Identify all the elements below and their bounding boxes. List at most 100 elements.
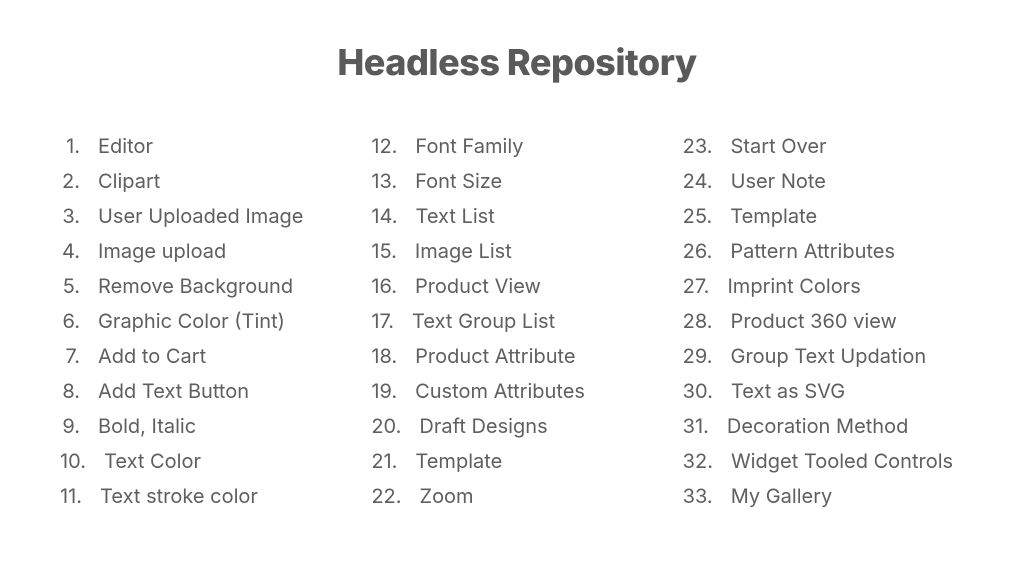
item-number: 33. bbox=[683, 484, 731, 508]
item-label: Text Group List bbox=[412, 309, 555, 333]
item-number: 29. bbox=[683, 344, 731, 368]
item-number: 17. bbox=[371, 309, 412, 333]
item-label: Text Color bbox=[104, 449, 201, 473]
list-item: 3.User Uploaded Image bbox=[60, 204, 351, 228]
item-number: 25. bbox=[683, 204, 731, 228]
item-label: Add to Cart bbox=[98, 344, 206, 368]
item-label: Image upload bbox=[98, 239, 226, 263]
list-item: 8.Add Text Button bbox=[60, 379, 351, 403]
item-number: 22. bbox=[371, 484, 419, 508]
item-number: 1. bbox=[60, 134, 98, 158]
item-number: 23. bbox=[683, 134, 731, 158]
item-label: Clipart bbox=[98, 169, 160, 193]
item-number: 19. bbox=[371, 379, 415, 403]
list-item: 27.Imprint Colors bbox=[683, 274, 974, 298]
list-item: 15.Image List bbox=[371, 239, 662, 263]
item-number: 12. bbox=[371, 134, 415, 158]
item-number: 28. bbox=[683, 309, 731, 333]
item-number: 11. bbox=[60, 484, 100, 508]
item-label: Add Text Button bbox=[98, 379, 249, 403]
list-item: 24.User Note bbox=[683, 169, 974, 193]
item-label: Text stroke color bbox=[100, 484, 258, 508]
list-item: 23.Start Over bbox=[683, 134, 974, 158]
list-item: 13.Font Size bbox=[371, 169, 662, 193]
item-label: Text List bbox=[415, 204, 494, 228]
item-label: Pattern Attributes bbox=[730, 239, 895, 263]
item-label: Zoom bbox=[419, 484, 473, 508]
item-number: 9. bbox=[60, 414, 98, 438]
item-label: Start Over bbox=[731, 134, 827, 158]
item-label: Imprint Colors bbox=[727, 274, 860, 298]
list-item: 6.Graphic Color (Tint) bbox=[60, 309, 351, 333]
item-label: Font Family bbox=[415, 134, 523, 158]
item-number: 20. bbox=[371, 414, 419, 438]
item-number: 30. bbox=[683, 379, 731, 403]
list-item: 29.Group Text Updation bbox=[683, 344, 974, 368]
item-number: 18. bbox=[371, 344, 415, 368]
item-label: Font Size bbox=[415, 169, 502, 193]
item-label: Template bbox=[730, 204, 817, 228]
item-number: 10. bbox=[60, 449, 104, 473]
list-item: 25.Template bbox=[683, 204, 974, 228]
list-item: 12.Font Family bbox=[371, 134, 662, 158]
item-number: 5. bbox=[60, 274, 98, 298]
item-label: Draft Designs bbox=[419, 414, 547, 438]
item-number: 24. bbox=[683, 169, 731, 193]
item-number: 26. bbox=[683, 239, 731, 263]
list-item: 19.Custom Attributes bbox=[371, 379, 662, 403]
item-label: Graphic Color (Tint) bbox=[98, 309, 285, 333]
list-item: 32.Widget Tooled Controls bbox=[683, 449, 974, 473]
item-number: 8. bbox=[60, 379, 98, 403]
item-label: Image List bbox=[415, 239, 512, 263]
list-item: 16.Product View bbox=[371, 274, 662, 298]
item-number: 27. bbox=[683, 274, 728, 298]
item-label: Template bbox=[415, 449, 502, 473]
item-label: Text as SVG bbox=[731, 379, 845, 403]
list-item: 20.Draft Designs bbox=[371, 414, 662, 438]
list-item: 18.Product Attribute bbox=[371, 344, 662, 368]
list-item: 14.Text List bbox=[371, 204, 662, 228]
column-3: 23.Start Over 24.User Note 25.Template 2… bbox=[673, 134, 984, 519]
item-number: 3. bbox=[60, 204, 98, 228]
list-item: 21.Template bbox=[371, 449, 662, 473]
item-number: 7. bbox=[60, 344, 98, 368]
list-item: 4.Image upload bbox=[60, 239, 351, 263]
item-number: 16. bbox=[371, 274, 415, 298]
item-label: Custom Attributes bbox=[415, 379, 585, 403]
item-label: Product View bbox=[415, 274, 541, 298]
list-item: 22.Zoom bbox=[371, 484, 662, 508]
list-columns: 1.Editor 2.Clipart 3.User Uploaded Image… bbox=[20, 134, 1014, 519]
list-item: 28.Product 360 view bbox=[683, 309, 974, 333]
item-label: My Gallery bbox=[731, 484, 833, 508]
list-item: 11.Text stroke color bbox=[60, 484, 351, 508]
item-label: Decoration Method bbox=[727, 414, 908, 438]
item-number: 6. bbox=[60, 309, 98, 333]
list-item: 10.Text Color bbox=[60, 449, 351, 473]
item-label: Bold, Italic bbox=[98, 414, 196, 438]
item-number: 4. bbox=[60, 239, 98, 263]
item-label: User Uploaded Image bbox=[98, 204, 303, 228]
list-item: 9.Bold, Italic bbox=[60, 414, 351, 438]
item-number: 21. bbox=[371, 449, 415, 473]
column-2: 12.Font Family 13.Font Size 14.Text List… bbox=[361, 134, 672, 519]
list-item: 33.My Gallery bbox=[683, 484, 974, 508]
item-label: Product Attribute bbox=[415, 344, 575, 368]
item-label: User Note bbox=[731, 169, 826, 193]
list-item: 7.Add to Cart bbox=[60, 344, 351, 368]
item-number: 32. bbox=[683, 449, 731, 473]
item-label: Remove Background bbox=[98, 274, 293, 298]
item-label: Widget Tooled Controls bbox=[731, 449, 953, 473]
page-title: Headless Repository bbox=[20, 40, 1014, 84]
item-label: Product 360 view bbox=[731, 309, 897, 333]
item-number: 31. bbox=[683, 414, 727, 438]
list-item: 2.Clipart bbox=[60, 169, 351, 193]
item-number: 13. bbox=[371, 169, 415, 193]
item-number: 14. bbox=[371, 204, 415, 228]
list-item: 31.Decoration Method bbox=[683, 414, 974, 438]
list-item: 5.Remove Background bbox=[60, 274, 351, 298]
list-item: 26.Pattern Attributes bbox=[683, 239, 974, 263]
item-number: 2. bbox=[60, 169, 98, 193]
list-item: 17.Text Group List bbox=[371, 309, 662, 333]
list-item: 1.Editor bbox=[60, 134, 351, 158]
column-1: 1.Editor 2.Clipart 3.User Uploaded Image… bbox=[50, 134, 361, 519]
